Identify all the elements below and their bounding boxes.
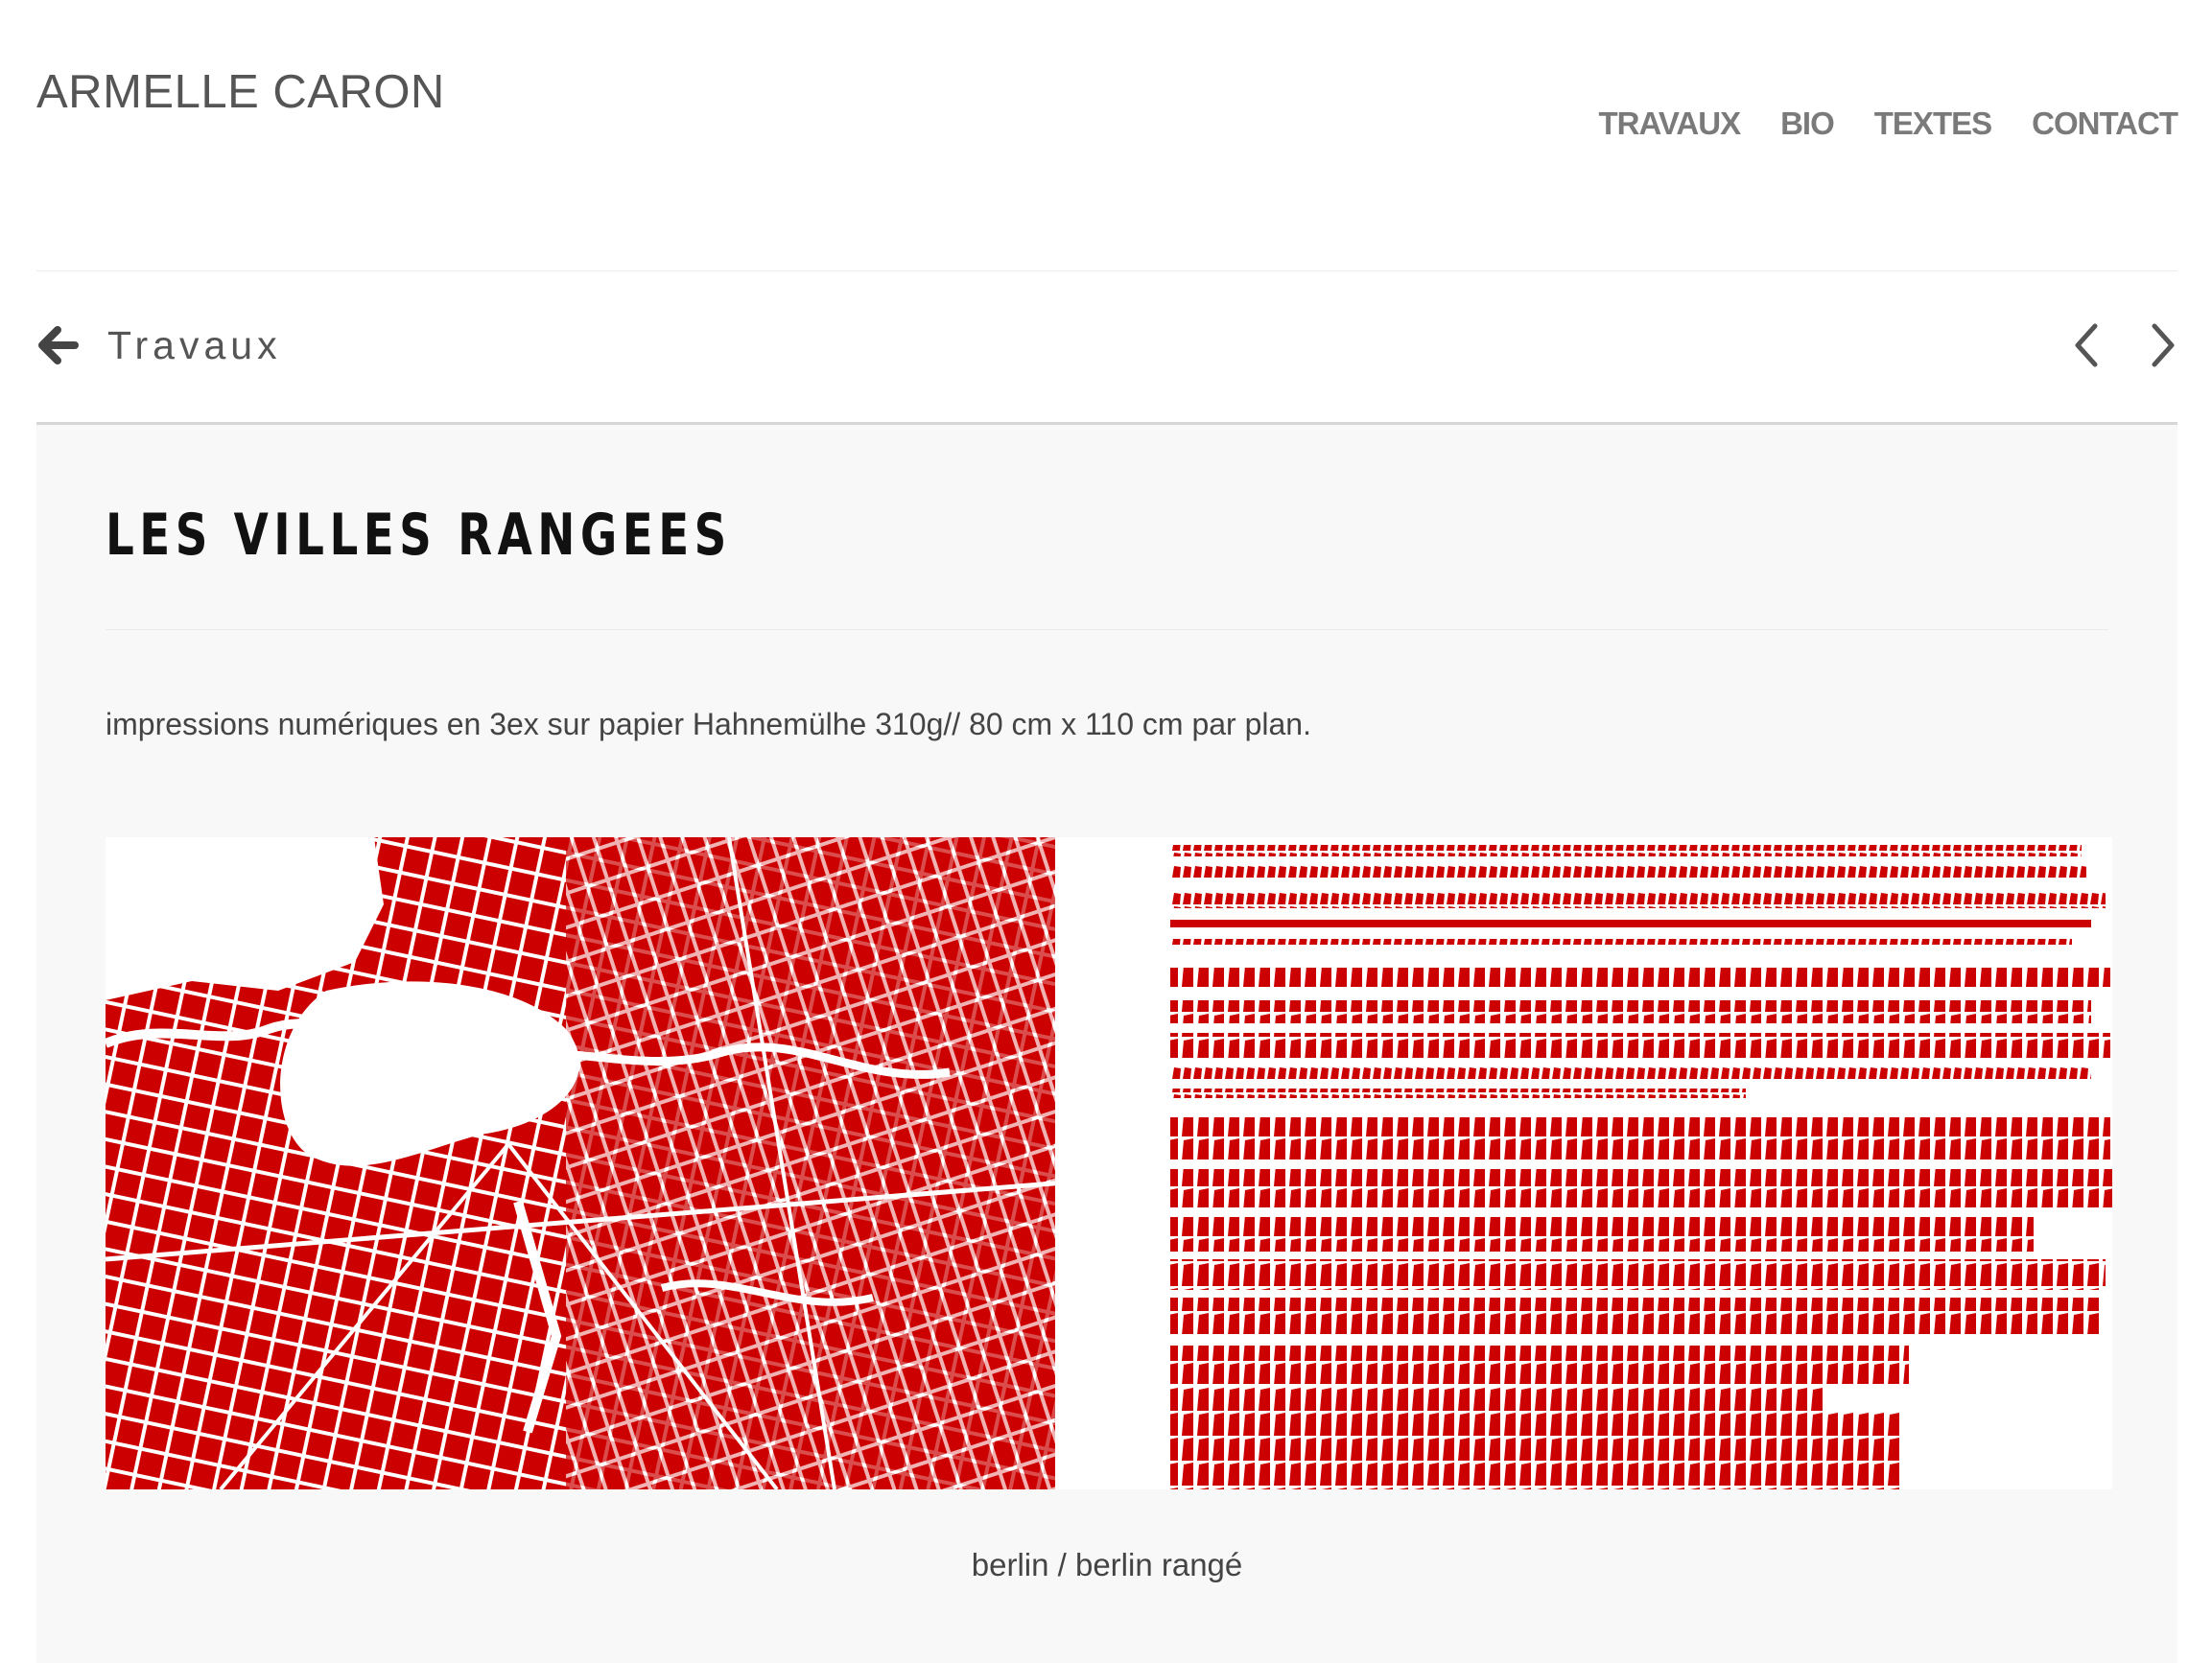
nav-item-bio[interactable]: BIO: [1780, 105, 1835, 142]
project-panel: LES VILLES RANGEES impressions numérique…: [36, 425, 2177, 1663]
header-divider: [36, 270, 2177, 271]
back-link[interactable]: Travaux: [36, 323, 282, 368]
title-divider: [106, 629, 2108, 630]
project-artwork-image[interactable]: [106, 837, 2112, 1489]
back-link-label: Travaux: [107, 322, 282, 367]
project-description: impressions numériques en 3ex sur papier…: [106, 707, 1311, 741]
main-nav: TRAVAUX BIO TEXTES CONTACT: [1598, 105, 2178, 142]
berlin-map-figure: [106, 837, 1066, 1489]
berlin-sorted-figure: [1170, 837, 2112, 1489]
project-title: LES VILLES RANGEES: [106, 502, 732, 569]
chevron-right-icon: [2152, 323, 2175, 367]
nav-item-textes[interactable]: TEXTES: [1874, 105, 1992, 142]
nav-item-contact[interactable]: CONTACT: [2032, 105, 2178, 142]
image-caption: berlin / berlin rangé: [971, 1547, 1243, 1582]
nav-item-travaux[interactable]: TRAVAUX: [1598, 105, 1741, 142]
arrow-left-icon: [36, 326, 79, 364]
site-title[interactable]: ARMELLE CARON: [36, 65, 445, 119]
project-nav-bar: Travaux: [36, 307, 2177, 384]
previous-project-button[interactable]: [2072, 322, 2101, 368]
next-project-button[interactable]: [2149, 322, 2177, 368]
chevron-left-icon: [2075, 323, 2098, 367]
